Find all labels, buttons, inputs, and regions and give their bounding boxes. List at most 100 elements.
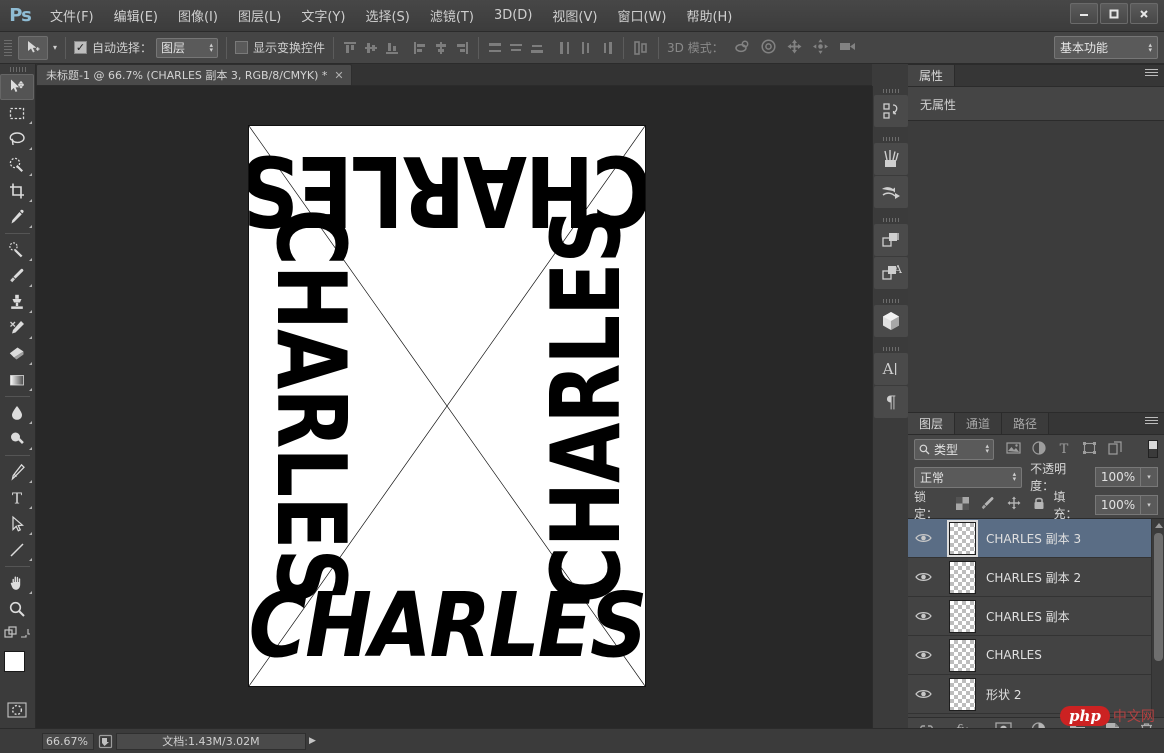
opacity-slider-arrow-icon[interactable]: ▾ bbox=[1141, 467, 1158, 487]
align-left-edges-icon[interactable] bbox=[412, 40, 428, 56]
character-panel-icon[interactable]: A bbox=[874, 353, 908, 385]
scroll-up-arrow-icon[interactable] bbox=[1155, 523, 1163, 528]
layer-visibility-toggle[interactable] bbox=[908, 532, 938, 544]
tools-panel-grip[interactable] bbox=[0, 64, 35, 74]
paragraph-panel-icon[interactable]: ¶ bbox=[874, 386, 908, 418]
options-bar-grip[interactable] bbox=[4, 38, 14, 58]
3d-roll-icon[interactable] bbox=[760, 38, 777, 58]
dodge-tool[interactable] bbox=[0, 426, 34, 452]
align-top-edges-icon[interactable] bbox=[342, 40, 358, 56]
maximize-button[interactable] bbox=[1100, 3, 1128, 24]
menu-select[interactable]: 选择(S) bbox=[355, 1, 419, 30]
menu-type[interactable]: 文字(Y) bbox=[291, 1, 355, 30]
3d-orbit-icon[interactable] bbox=[734, 38, 751, 58]
menu-help[interactable]: 帮助(H) bbox=[676, 1, 742, 30]
pen-tool[interactable] bbox=[0, 459, 34, 485]
lock-transparent-pixels-icon[interactable] bbox=[955, 496, 969, 513]
tool-preset-chevron-icon[interactable]: ▾ bbox=[53, 43, 57, 52]
distribute-top-edges-icon[interactable] bbox=[487, 40, 503, 56]
layers-scrollbar-thumb[interactable] bbox=[1154, 533, 1163, 661]
layer-thumbnail[interactable] bbox=[938, 638, 986, 672]
crop-tool[interactable] bbox=[0, 178, 34, 204]
layer-row[interactable]: CHARLES 副本 2 bbox=[908, 558, 1164, 597]
opacity-value[interactable]: 100% bbox=[1095, 467, 1141, 487]
menu-edit[interactable]: 编辑(E) bbox=[104, 1, 168, 30]
rectangular-marquee-tool[interactable] bbox=[0, 100, 34, 126]
horizontal-type-tool[interactable]: T bbox=[0, 485, 34, 511]
fill-slider-arrow-icon[interactable]: ▾ bbox=[1141, 494, 1158, 515]
close-icon[interactable]: ✕ bbox=[334, 69, 343, 82]
clone-stamp-tool[interactable] bbox=[0, 289, 34, 315]
layer-thumbnail[interactable] bbox=[938, 599, 986, 633]
tab-layers[interactable]: 图层 bbox=[908, 413, 956, 434]
layer-visibility-toggle[interactable] bbox=[908, 571, 938, 583]
layer-visibility-toggle[interactable] bbox=[908, 688, 938, 700]
dock-grip[interactable] bbox=[873, 86, 908, 95]
3d-pan-icon[interactable] bbox=[786, 38, 803, 58]
auto-select-checkbox[interactable]: ✓ bbox=[74, 41, 88, 54]
distribute-bottom-edges-icon[interactable] bbox=[529, 40, 545, 56]
lock-all-icon[interactable] bbox=[1033, 496, 1045, 513]
eraser-tool[interactable] bbox=[0, 341, 34, 367]
foreground-color-swatch[interactable] bbox=[4, 651, 25, 672]
dock-grip[interactable] bbox=[873, 134, 908, 143]
document-tab[interactable]: 未标题-1 @ 66.7% (CHARLES 副本 3, RGB/8/CMYK)… bbox=[36, 64, 352, 85]
layer-thumbnail[interactable] bbox=[938, 677, 986, 711]
menu-file[interactable]: 文件(F) bbox=[40, 1, 104, 30]
lock-position-icon[interactable] bbox=[1007, 496, 1021, 513]
layer-row[interactable]: CHARLES 副本 bbox=[908, 597, 1164, 636]
layer-row[interactable]: CHARLES bbox=[908, 636, 1164, 675]
3d-panel-icon[interactable] bbox=[874, 305, 908, 337]
default-colors-icon[interactable] bbox=[19, 627, 31, 642]
zoom-tool[interactable] bbox=[0, 596, 34, 622]
distribute-left-edges-icon[interactable] bbox=[557, 40, 573, 56]
menu-3d[interactable]: 3D(D) bbox=[484, 3, 542, 28]
distribute-right-edges-icon[interactable] bbox=[599, 40, 615, 56]
properties-panel-menu-icon[interactable] bbox=[1145, 69, 1158, 76]
align-horizontal-centers-icon[interactable] bbox=[433, 40, 449, 56]
minimize-button[interactable] bbox=[1070, 3, 1098, 24]
gradient-tool[interactable] bbox=[0, 367, 34, 393]
auto-select-target-dropdown[interactable]: 图层 ▴ ▾ bbox=[156, 37, 219, 58]
lasso-tool[interactable] bbox=[0, 126, 34, 152]
layer-list[interactable]: CHARLES 副本 3 CHARLES 副本 2 CHARLES 副本 CHARLE… bbox=[908, 519, 1164, 717]
filter-adjustment-layers-icon[interactable] bbox=[1032, 440, 1046, 458]
workspace-switcher[interactable]: 基本功能 ▴ ▾ bbox=[1054, 36, 1158, 59]
brush-presets-panel-icon[interactable] bbox=[874, 143, 908, 175]
eyedropper-tool[interactable] bbox=[0, 204, 34, 230]
align-bottom-edges-icon[interactable] bbox=[384, 40, 400, 56]
dock-grip[interactable] bbox=[873, 215, 908, 224]
menu-layer[interactable]: 图层(L) bbox=[228, 1, 291, 30]
layer-visibility-toggle[interactable] bbox=[908, 649, 938, 661]
hand-tool[interactable] bbox=[0, 570, 34, 596]
adjustments-panel-icon[interactable] bbox=[874, 224, 908, 256]
filter-shape-layers-icon[interactable] bbox=[1082, 441, 1097, 458]
menu-view[interactable]: 视图(V) bbox=[542, 1, 607, 30]
quick-mask-toggle[interactable] bbox=[0, 697, 34, 723]
history-brush-tool[interactable] bbox=[0, 315, 34, 341]
blur-tool[interactable] bbox=[0, 400, 34, 426]
menu-image[interactable]: 图像(I) bbox=[168, 1, 228, 30]
line-tool[interactable] bbox=[0, 537, 34, 563]
layer-thumbnail[interactable] bbox=[938, 519, 986, 557]
3d-camera-icon[interactable] bbox=[838, 38, 857, 58]
clone-source-panel-icon[interactable] bbox=[874, 176, 908, 208]
layer-visibility-toggle[interactable] bbox=[908, 610, 938, 622]
status-expand-arrow-icon[interactable]: ▶ bbox=[309, 736, 316, 746]
blend-mode-dropdown[interactable]: 正常 ▴ ▾ bbox=[914, 466, 1023, 488]
tab-channels[interactable]: 通道 bbox=[955, 413, 1003, 434]
filter-pixel-layers-icon[interactable] bbox=[1006, 441, 1021, 458]
3d-slide-icon[interactable] bbox=[812, 38, 829, 58]
document-proxy-icon[interactable] bbox=[94, 734, 116, 749]
distribute-vertical-centers-icon[interactable] bbox=[508, 40, 524, 56]
align-right-edges-icon[interactable] bbox=[454, 40, 470, 56]
history-panel-icon[interactable] bbox=[874, 95, 908, 127]
layer-row[interactable]: 形状 2 bbox=[908, 675, 1164, 714]
tab-paths[interactable]: 路径 bbox=[1002, 413, 1050, 434]
tool-preset-picker[interactable] bbox=[18, 35, 48, 60]
quick-selection-tool[interactable] bbox=[0, 152, 34, 178]
spot-healing-brush-tool[interactable] bbox=[0, 237, 34, 263]
filter-enable-toggle[interactable] bbox=[1148, 440, 1158, 458]
canvas-area[interactable]: CHARLES CHARLES CHARLES CHARLES bbox=[36, 86, 872, 728]
layers-panel-menu-icon[interactable] bbox=[1145, 417, 1158, 424]
